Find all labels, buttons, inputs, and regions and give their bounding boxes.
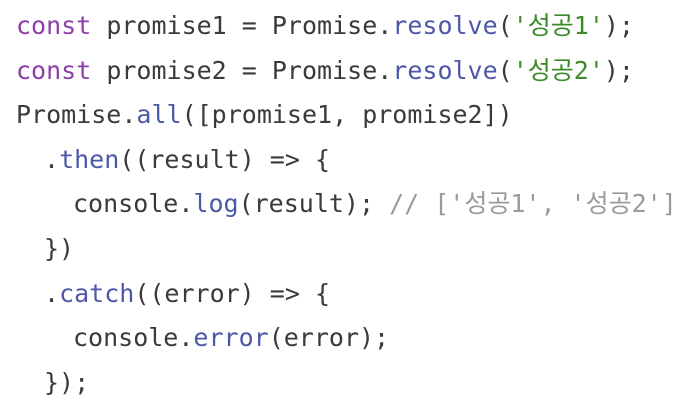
dot: . xyxy=(44,144,60,174)
call-args: ([promise1, promise2]) xyxy=(181,100,513,130)
method-resolve: resolve xyxy=(392,11,498,40)
call-args: (error); xyxy=(268,323,390,353)
code-line-4: .then((result) => { xyxy=(16,138,677,183)
keyword-const: const xyxy=(16,11,92,40)
code-line-6: }) xyxy=(16,227,677,272)
console-object: console. xyxy=(73,323,194,353)
call-args: (result); xyxy=(238,189,375,219)
declaration-text: promise2 = Promise. xyxy=(91,55,393,85)
paren-close: ); xyxy=(603,55,634,85)
string-literal: '성공2' xyxy=(512,55,604,85)
code-line-2: const promise2 = Promise.resolve('성공2'); xyxy=(16,49,677,94)
paren-open: ( xyxy=(497,11,513,40)
callback-text: ((result) => { xyxy=(119,144,330,174)
method-log: log xyxy=(193,189,239,219)
closing-brackets: }); xyxy=(44,367,90,397)
inline-comment: // ['성공1', '성공2']; xyxy=(374,189,677,219)
code-line-7: .catch((error) => { xyxy=(16,272,677,317)
string-literal: '성공1' xyxy=(512,11,604,40)
promise-object: Promise. xyxy=(16,100,137,130)
declaration-text: promise1 = Promise. xyxy=(91,11,393,40)
dot: . xyxy=(44,278,60,308)
code-line-9: }); xyxy=(16,361,677,406)
console-object: console. xyxy=(73,189,194,219)
code-line-1: const promise1 = Promise.resolve('성공1'); xyxy=(16,4,677,49)
paren-close: ); xyxy=(603,11,634,40)
method-resolve: resolve xyxy=(392,55,498,85)
code-block: const promise1 = Promise.resolve('성공1');… xyxy=(0,0,677,413)
code-line-3: Promise.all([promise1, promise2]) xyxy=(16,93,677,138)
method-error: error xyxy=(193,323,269,353)
keyword-const: const xyxy=(16,55,92,85)
paren-open: ( xyxy=(497,55,513,85)
closing-brackets: }) xyxy=(44,233,75,263)
method-all: all xyxy=(136,100,182,130)
code-line-5: console.log(result); // ['성공1', '성공2']; xyxy=(16,182,677,227)
method-catch: catch xyxy=(59,278,135,308)
code-line-8: console.error(error); xyxy=(16,316,677,361)
method-then: then xyxy=(59,144,120,174)
callback-text: ((error) => { xyxy=(134,278,330,308)
